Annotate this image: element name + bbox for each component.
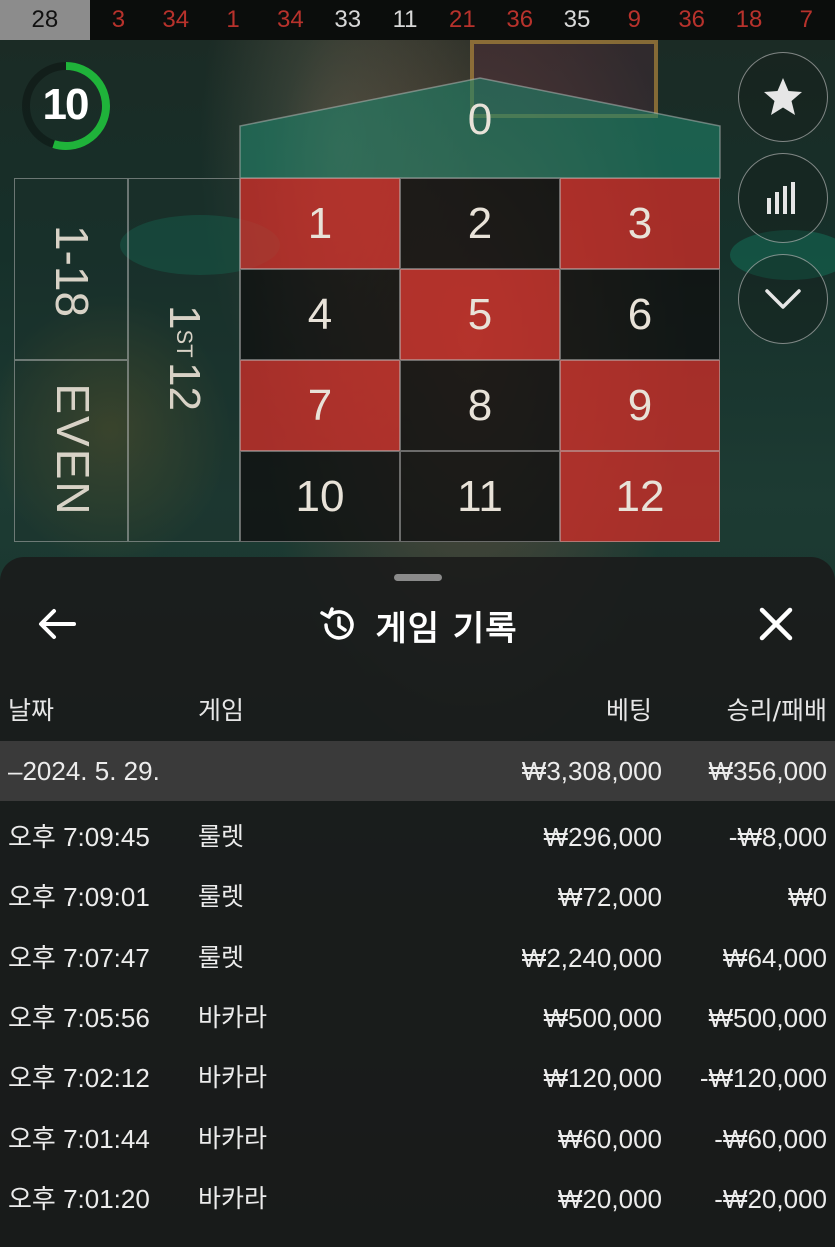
number-cell-8[interactable]: 8 — [400, 360, 560, 451]
row-bet: ₩500,000 — [543, 1002, 662, 1033]
recent-result: 34 — [277, 6, 304, 33]
bet-timer: 10 — [22, 54, 118, 158]
recent-result: 34 — [162, 6, 190, 33]
row-time: 오후 7:09:01 — [8, 882, 150, 913]
dozen-suffix: ST — [172, 329, 197, 358]
number-cell-12[interactable]: 12 — [560, 451, 720, 542]
label-even: EVEN — [47, 383, 99, 517]
panel-title: 게임 기록 — [375, 608, 518, 649]
number-cell-7[interactable]: 7 — [240, 360, 400, 451]
row-game: 바카라 — [198, 1183, 268, 1213]
recent-result: 28 — [0, 0, 90, 40]
history-icon — [319, 607, 354, 640]
column-header-date: 날짜 — [8, 696, 55, 725]
history-row[interactable]: 오후 7:01:20 바카라 ₩20,000 -₩20,000 — [0, 1169, 835, 1229]
label-1-18: 1-18 — [46, 224, 98, 318]
number-cell-5[interactable]: 5 — [400, 269, 560, 360]
zero-label: 0 — [467, 95, 493, 144]
close-button[interactable] — [752, 600, 802, 650]
row-winloss: -₩60,000 — [714, 1123, 827, 1154]
dozen-number: 12 — [160, 362, 209, 411]
number-cell-3[interactable]: 3 — [560, 178, 720, 269]
recent-result: 36 — [506, 6, 534, 33]
row-bet: ₩120,000 — [543, 1063, 662, 1094]
dozen-ordinal: 1 — [160, 304, 209, 330]
row-time: 오후 7:01:20 — [8, 1183, 150, 1214]
recent-result: 11 — [392, 6, 418, 33]
recent-result: 35 — [563, 6, 591, 33]
history-row[interactable]: 오후 7:01:44 바카라 ₩60,000 -₩60,000 — [0, 1109, 835, 1169]
row-game: 바카라 — [198, 1063, 268, 1093]
row-winloss: -₩8,000 — [728, 822, 827, 852]
summary-date: –2024. 5. 29. — [8, 756, 160, 786]
row-game: 바카라 — [198, 1002, 268, 1032]
row-bet: ₩20,000 — [557, 1183, 662, 1214]
recent-result: 3 — [111, 6, 126, 33]
column-header-game: 게임 — [198, 696, 245, 725]
row-game: 바카라 — [198, 1123, 268, 1153]
history-row[interactable]: 오후 7:07:47 룰렛 ₩2,240,000 ₩64,000 — [0, 928, 835, 988]
row-bet: ₩296,000 — [543, 822, 662, 852]
star-icon — [764, 78, 802, 115]
date-summary-row[interactable]: –2024. 5. 29. ₩3,308,000 ₩356,000 — [0, 741, 835, 801]
number-cell-2[interactable]: 2 — [400, 178, 560, 269]
history-row[interactable]: 오후 7:05:56 바카라 ₩500,000 ₩500,000 — [0, 988, 835, 1048]
row-time: 오후 7:02:12 — [8, 1063, 150, 1094]
collapse-button[interactable] — [738, 254, 828, 344]
recent-result: 18 — [735, 6, 763, 33]
statistics-icon — [767, 182, 795, 214]
row-winloss: ₩64,000 — [722, 942, 827, 973]
row-bet: ₩72,000 — [557, 882, 662, 913]
row-winloss: ₩0 — [788, 882, 827, 913]
history-row[interactable]: 오후 7:02:12 바카라 ₩120,000 -₩120,000 — [0, 1048, 835, 1108]
recent-result: 21 — [449, 6, 476, 33]
row-bet: ₩60,000 — [557, 1123, 662, 1154]
column-header-winloss: 승리/패배 — [726, 696, 827, 725]
row-winloss: ₩500,000 — [708, 1002, 827, 1033]
favorites-button[interactable] — [738, 52, 828, 142]
summary-bet: ₩3,308,000 — [521, 756, 662, 786]
panel-header: 게임 기록 — [0, 597, 835, 653]
row-winloss: -₩120,000 — [699, 1063, 827, 1094]
number-cell-11[interactable]: 11 — [400, 451, 560, 542]
row-game: 룰렛 — [198, 942, 245, 972]
summary-winloss: ₩356,000 — [708, 756, 827, 786]
game-history-panel: 게임 기록 날짜 게임 베팅 승리/패배 –2024. 5. 29. ₩3,30… — [0, 557, 835, 1247]
row-time: 오후 7:07:47 — [8, 942, 150, 973]
row-winloss: -₩20,000 — [714, 1183, 827, 1214]
number-cell-9[interactable]: 9 — [560, 360, 720, 451]
drag-handle[interactable] — [394, 574, 442, 581]
recent-results-bar: 28 3 34 1 34 33 11 21 36 35 9 36 18 7 — [0, 0, 835, 40]
row-time: 오후 7:05:56 — [8, 1002, 150, 1033]
row-time: 오후 7:01:44 — [8, 1123, 150, 1154]
row-game: 룰렛 — [198, 822, 245, 851]
recent-result: 7 — [799, 6, 814, 33]
close-icon — [759, 607, 793, 641]
number-cell-4[interactable]: 4 — [240, 269, 400, 360]
recent-result: 33 — [334, 6, 362, 33]
label-1st-12: 1ST 12 — [159, 278, 209, 438]
statistics-button[interactable] — [738, 153, 828, 243]
number-cell-10[interactable]: 10 — [240, 451, 400, 542]
row-time: 오후 7:09:45 — [8, 822, 150, 852]
number-cell-6[interactable]: 6 — [560, 269, 720, 360]
chevron-down-icon — [765, 289, 801, 309]
row-bet: ₩2,240,000 — [521, 942, 662, 973]
recent-result: 1 — [226, 6, 240, 33]
row-game: 룰렛 — [198, 882, 245, 912]
recent-result: 9 — [627, 6, 642, 33]
timer-value: 10 — [42, 80, 90, 129]
history-row[interactable]: 오후 7:09:01 룰렛 ₩72,000 ₩0 — [0, 867, 835, 927]
history-row[interactable]: 오후 7:09:45 룰렛 ₩296,000 -₩8,000 — [0, 807, 835, 867]
recent-result: 36 — [678, 6, 706, 33]
number-cell-1[interactable]: 1 — [240, 178, 400, 269]
column-header-bet: 베팅 — [605, 696, 652, 725]
